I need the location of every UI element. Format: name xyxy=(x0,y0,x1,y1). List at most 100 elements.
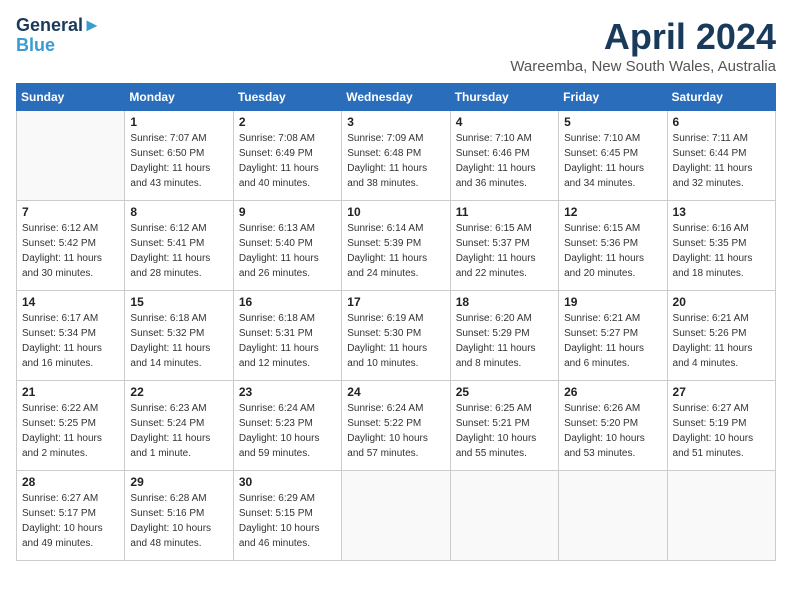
location-title: Wareemba, New South Wales, Australia xyxy=(510,58,776,75)
day-number: 23 xyxy=(239,385,336,399)
logo-subtext: Blue xyxy=(16,36,101,56)
calendar-day-cell: 14Sunrise: 6:17 AMSunset: 5:34 PMDayligh… xyxy=(17,291,125,381)
day-number: 20 xyxy=(673,295,770,309)
day-info: Sunrise: 6:19 AMSunset: 5:30 PMDaylight:… xyxy=(347,311,444,371)
day-info: Sunrise: 6:29 AMSunset: 5:15 PMDaylight:… xyxy=(239,491,336,551)
day-number: 22 xyxy=(130,385,227,399)
day-number: 2 xyxy=(239,115,336,129)
day-number: 1 xyxy=(130,115,227,129)
calendar-day-cell: 21 Sunrise: 6:22 AMSunset: 5:25 PMDayligh… xyxy=(17,381,125,471)
day-number: 7 xyxy=(22,205,119,219)
title-block: April 2024 Wareemba, New South Wales, Au… xyxy=(510,16,776,75)
calendar-day-cell: 17 Sunrise: 6:19 AMSunset: 5:30 PMDayligh… xyxy=(342,291,450,381)
weekday-header: Wednesday xyxy=(342,84,450,111)
calendar-day-cell xyxy=(667,471,775,561)
day-number: 29 xyxy=(130,475,227,489)
day-number: 30 xyxy=(239,475,336,489)
day-info: Sunrise: 6:24 AMSunset: 5:22 PMDaylight:… xyxy=(347,401,444,461)
day-number: 24 xyxy=(347,385,444,399)
weekday-header: Sunday xyxy=(17,84,125,111)
calendar-day-cell: 28Sunrise: 6:27 AMSunset: 5:17 PMDayligh… xyxy=(17,471,125,561)
calendar-day-cell: 30 Sunrise: 6:29 AMSunset: 5:15 PMDayligh… xyxy=(233,471,341,561)
day-info: Sunrise: 6:12 AMSunset: 5:41 PMDaylight:… xyxy=(130,221,227,281)
day-number: 9 xyxy=(239,205,336,219)
day-number: 8 xyxy=(130,205,227,219)
calendar-day-cell: 24 Sunrise: 6:24 AMSunset: 5:22 PMDayligh… xyxy=(342,381,450,471)
calendar-day-cell xyxy=(450,471,558,561)
calendar-day-cell: 23 Sunrise: 6:24 AMSunset: 5:23 PMDayligh… xyxy=(233,381,341,471)
day-info: Sunrise: 6:22 AMSunset: 5:25 PMDaylight:… xyxy=(22,401,119,461)
weekday-header: Tuesday xyxy=(233,84,341,111)
day-info: Sunrise: 6:12 AMSunset: 5:42 PMDaylight:… xyxy=(22,221,119,281)
day-info: Sunrise: 7:11 AMSunset: 6:44 PMDaylight:… xyxy=(673,131,770,191)
calendar-day-cell: 2Sunrise: 7:08 AMSunset: 6:49 PMDaylight… xyxy=(233,111,341,201)
day-number: 5 xyxy=(564,115,661,129)
day-info: Sunrise: 6:14 AMSunset: 5:39 PMDaylight:… xyxy=(347,221,444,281)
day-info: Sunrise: 6:25 AMSunset: 5:21 PMDaylight:… xyxy=(456,401,553,461)
day-info: Sunrise: 6:28 AMSunset: 5:16 PMDaylight:… xyxy=(130,491,227,551)
calendar-table: SundayMondayTuesdayWednesdayThursdayFrid… xyxy=(16,83,776,561)
day-number: 21 xyxy=(22,385,119,399)
day-number: 27 xyxy=(673,385,770,399)
day-number: 12 xyxy=(564,205,661,219)
calendar-day-cell: 15Sunrise: 6:18 AMSunset: 5:32 PMDayligh… xyxy=(125,291,233,381)
calendar-header-row: SundayMondayTuesdayWednesdayThursdayFrid… xyxy=(17,84,776,111)
day-info: Sunrise: 6:13 AMSunset: 5:40 PMDaylight:… xyxy=(239,221,336,281)
day-number: 11 xyxy=(456,205,553,219)
day-info: Sunrise: 6:17 AMSunset: 5:34 PMDaylight:… xyxy=(22,311,119,371)
day-info: Sunrise: 6:24 AMSunset: 5:23 PMDaylight:… xyxy=(239,401,336,461)
day-number: 13 xyxy=(673,205,770,219)
calendar-week-row: 1 Sunrise: 7:07 AMSunset: 6:50 PMDaylight… xyxy=(17,111,776,201)
calendar-day-cell: 4Sunrise: 7:10 AMSunset: 6:46 PMDaylight… xyxy=(450,111,558,201)
day-info: Sunrise: 6:16 AMSunset: 5:35 PMDaylight:… xyxy=(673,221,770,281)
day-info: Sunrise: 6:15 AMSunset: 5:36 PMDaylight:… xyxy=(564,221,661,281)
day-number: 18 xyxy=(456,295,553,309)
day-info: Sunrise: 6:26 AMSunset: 5:20 PMDaylight:… xyxy=(564,401,661,461)
calendar-day-cell: 29 Sunrise: 6:28 AMSunset: 5:16 PMDayligh… xyxy=(125,471,233,561)
day-number: 15 xyxy=(130,295,227,309)
calendar-day-cell: 18Sunrise: 6:20 AMSunset: 5:29 PMDayligh… xyxy=(450,291,558,381)
day-info: Sunrise: 6:23 AMSunset: 5:24 PMDaylight:… xyxy=(130,401,227,461)
calendar-day-cell: 16 Sunrise: 6:18 AMSunset: 5:31 PMDayligh… xyxy=(233,291,341,381)
calendar-day-cell: 13 Sunrise: 6:16 AMSunset: 5:35 PMDayligh… xyxy=(667,201,775,291)
calendar-day-cell: 5 Sunrise: 7:10 AMSunset: 6:45 PMDaylight… xyxy=(559,111,667,201)
calendar-day-cell: 12 Sunrise: 6:15 AMSunset: 5:36 PMDayligh… xyxy=(559,201,667,291)
day-info: Sunrise: 6:21 AMSunset: 5:27 PMDaylight:… xyxy=(564,311,661,371)
calendar-day-cell: 9 Sunrise: 6:13 AMSunset: 5:40 PMDaylight… xyxy=(233,201,341,291)
weekday-header: Friday xyxy=(559,84,667,111)
day-number: 16 xyxy=(239,295,336,309)
calendar-day-cell: 22 Sunrise: 6:23 AMSunset: 5:24 PMDayligh… xyxy=(125,381,233,471)
calendar-day-cell: 1 Sunrise: 7:07 AMSunset: 6:50 PMDaylight… xyxy=(125,111,233,201)
calendar-day-cell xyxy=(17,111,125,201)
logo: General► Blue xyxy=(16,16,101,56)
day-info: Sunrise: 7:07 AMSunset: 6:50 PMDaylight:… xyxy=(130,131,227,191)
calendar-day-cell: 11 Sunrise: 6:15 AMSunset: 5:37 PMDayligh… xyxy=(450,201,558,291)
calendar-week-row: 21 Sunrise: 6:22 AMSunset: 5:25 PMDayligh… xyxy=(17,381,776,471)
calendar-day-cell: 10 Sunrise: 6:14 AMSunset: 5:39 PMDayligh… xyxy=(342,201,450,291)
calendar-week-row: 14Sunrise: 6:17 AMSunset: 5:34 PMDayligh… xyxy=(17,291,776,381)
calendar-week-row: 28Sunrise: 6:27 AMSunset: 5:17 PMDayligh… xyxy=(17,471,776,561)
calendar-day-cell: 8 Sunrise: 6:12 AMSunset: 5:41 PMDaylight… xyxy=(125,201,233,291)
day-info: Sunrise: 7:10 AMSunset: 6:45 PMDaylight:… xyxy=(564,131,661,191)
weekday-header: Monday xyxy=(125,84,233,111)
day-info: Sunrise: 6:21 AMSunset: 5:26 PMDaylight:… xyxy=(673,311,770,371)
calendar-day-cell: 26 Sunrise: 6:26 AMSunset: 5:20 PMDayligh… xyxy=(559,381,667,471)
calendar-day-cell: 6Sunrise: 7:11 AMSunset: 6:44 PMDaylight… xyxy=(667,111,775,201)
day-info: Sunrise: 6:15 AMSunset: 5:37 PMDaylight:… xyxy=(456,221,553,281)
day-number: 10 xyxy=(347,205,444,219)
day-number: 25 xyxy=(456,385,553,399)
calendar-day-cell xyxy=(342,471,450,561)
day-number: 4 xyxy=(456,115,553,129)
page-header: General► Blue April 2024 Wareemba, New S… xyxy=(16,16,776,75)
calendar-day-cell: 7 Sunrise: 6:12 AMSunset: 5:42 PMDaylight… xyxy=(17,201,125,291)
calendar-day-cell: 19Sunrise: 6:21 AMSunset: 5:27 PMDayligh… xyxy=(559,291,667,381)
day-info: Sunrise: 6:27 AMSunset: 5:17 PMDaylight:… xyxy=(22,491,119,551)
weekday-header: Thursday xyxy=(450,84,558,111)
day-number: 17 xyxy=(347,295,444,309)
weekday-header: Saturday xyxy=(667,84,775,111)
day-number: 26 xyxy=(564,385,661,399)
calendar-day-cell xyxy=(559,471,667,561)
logo-text: General► xyxy=(16,16,101,36)
day-info: Sunrise: 6:18 AMSunset: 5:31 PMDaylight:… xyxy=(239,311,336,371)
day-info: Sunrise: 7:09 AMSunset: 6:48 PMDaylight:… xyxy=(347,131,444,191)
